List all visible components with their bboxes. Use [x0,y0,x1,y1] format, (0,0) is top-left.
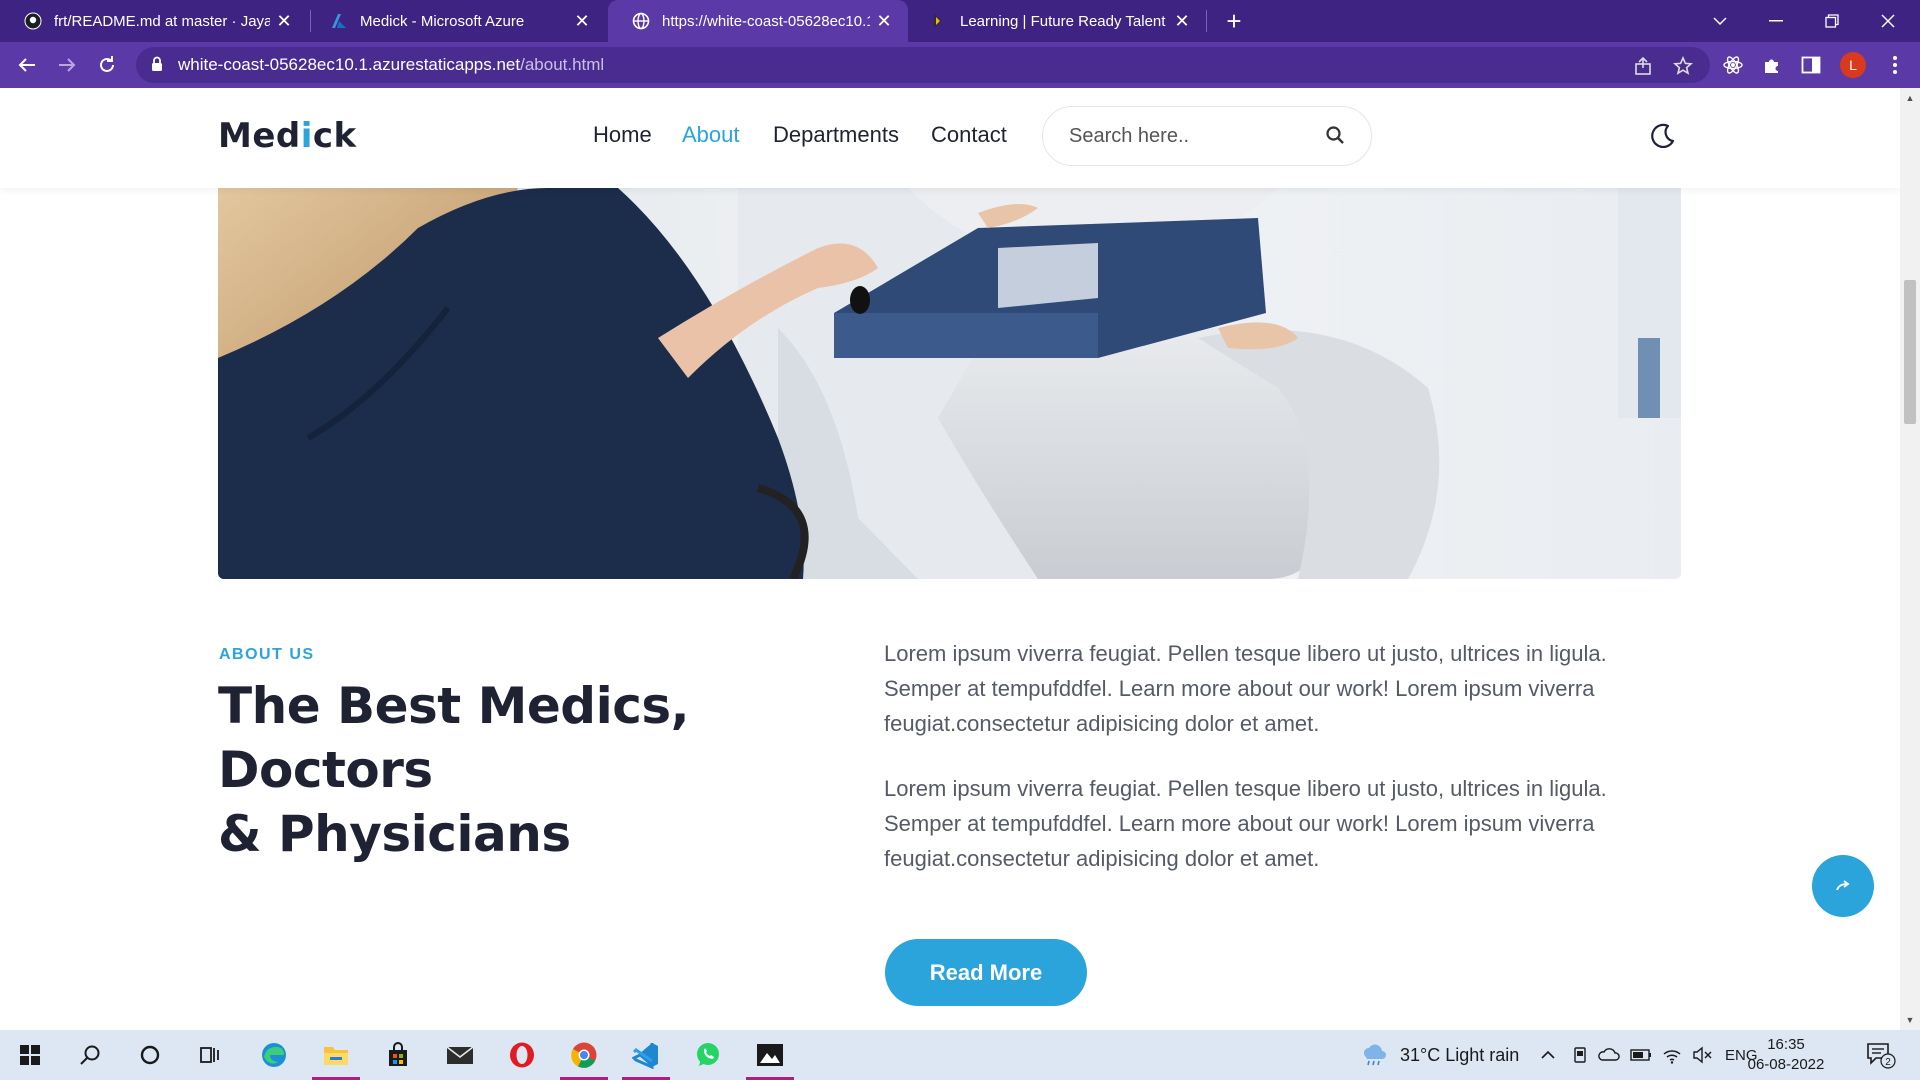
close-window-button[interactable] [1860,0,1916,42]
tab-title: Medick - Microsoft Azure [360,12,525,30]
windows-start-icon[interactable] [4,1030,56,1080]
hero-image [218,188,1681,579]
task-view-icon[interactable] [184,1030,236,1080]
browser-tab-strip: frt/README.md at master · Jayala ✕ Medic… [0,0,1920,42]
battery-icon[interactable] [1630,1030,1652,1080]
back-arrow-icon[interactable] [12,50,42,80]
globe-icon [632,12,650,30]
url-host: white-coast-05628ec10.1.azurestaticapps.… [178,55,521,74]
browser-toolbar: white-coast-05628ec10.1.azurestaticapps.… [0,42,1920,88]
onedrive-icon[interactable] [1598,1030,1620,1080]
azure-icon [330,12,348,30]
weather-widget[interactable]: 31°C Light rain [1360,1030,1519,1080]
search-icon[interactable] [64,1030,116,1080]
nav-departments[interactable]: Departments [773,122,899,148]
minimize-button[interactable] [1748,0,1804,42]
site-header: Medick Home About Departments Contact [0,88,1900,188]
nav-home[interactable]: Home [593,122,652,148]
file-explorer-icon[interactable] [310,1030,362,1080]
react-devtools-icon[interactable] [1718,50,1748,80]
tab-azure[interactable]: Medick - Microsoft Azure ✕ [306,0,606,42]
scrollbar-thumb[interactable] [1904,280,1916,424]
tab-about-page[interactable]: https://white-coast-05628ec10.1 ✕ [608,0,908,42]
extensions-puzzle-icon[interactable] [1757,50,1787,80]
microsoft-store-icon[interactable] [372,1030,424,1080]
edge-browser-icon[interactable] [248,1030,300,1080]
scroll-up-arrow-icon[interactable]: ▲ [1900,90,1920,106]
notifications-icon[interactable]: 2 [1866,1030,1896,1080]
notification-count: 2 [1885,1057,1891,1068]
mail-icon[interactable] [434,1030,486,1080]
lock-icon[interactable] [150,56,164,77]
windows-taskbar: 31°C Light rain ENG 16:35 06-08-2022 2 [0,1030,1920,1080]
about-heading: The Best Medics, Doctors & Physicians [218,674,818,866]
logo-text-accent: i [300,116,313,156]
profile-avatar[interactable]: L [1840,52,1866,78]
about-paragraph-1: Lorem ipsum viverra feugiat. Pellen tesq… [884,641,1607,736]
github-icon [24,12,42,30]
address-bar[interactable]: white-coast-05628ec10.1.azurestaticapps.… [136,47,1710,83]
taskbar-clock[interactable]: 16:35 06-08-2022 [1746,1035,1826,1075]
close-tab-icon[interactable]: ✕ [870,11,898,32]
restore-button[interactable] [1804,0,1860,42]
url-text: white-coast-05628ec10.1.azurestaticapps.… [178,47,604,83]
tab-title: https://white-coast-05628ec10.1 [662,12,870,30]
about-heading-line2: & Physicians [218,805,571,863]
logo-text-start: Med [218,116,301,156]
scroll-up-arrow-icon [1836,880,1850,891]
forward-arrow-icon[interactable] [52,50,82,80]
logo-text-end: ck [312,116,357,156]
nav-contact[interactable]: Contact [931,122,1007,148]
wifi-icon[interactable] [1662,1030,1682,1080]
about-heading-line1: The Best Medics, Doctors [218,677,690,799]
photos-app-icon[interactable] [744,1030,796,1080]
weather-text: 31°C Light rain [1400,1044,1520,1065]
tab-title: Learning | Future Ready Talent [960,12,1166,30]
search-icon[interactable] [1325,125,1345,150]
close-tab-icon[interactable]: ✕ [1168,11,1196,32]
reload-icon[interactable] [92,50,122,80]
about-paragraph-2: Lorem ipsum viverra feugiat. Pellen tesq… [884,776,1607,871]
new-tab-button[interactable]: + [1218,0,1250,42]
chrome-browser-icon[interactable] [558,1030,610,1080]
close-tab-icon[interactable]: ✕ [270,11,298,32]
site-logo[interactable]: Medick [218,116,357,156]
scroll-down-arrow-icon[interactable]: ▼ [1900,1012,1920,1028]
about-eyebrow: ABOUT US [219,646,315,663]
close-tab-icon[interactable]: ✕ [568,11,596,32]
page-viewport: Medick Home About Departments Contact AB… [0,88,1900,1030]
cortana-icon[interactable] [124,1030,176,1080]
search-input[interactable] [1069,107,1309,165]
opera-browser-icon[interactable] [496,1030,548,1080]
share-icon[interactable] [1632,55,1654,77]
site-search [1042,106,1372,166]
vscode-icon[interactable] [620,1030,672,1080]
scroll-to-top-button[interactable] [1812,855,1874,917]
side-panel-icon[interactable] [1796,50,1826,80]
url-path: /about.html [520,55,605,74]
read-more-button[interactable]: Read More [885,939,1087,1006]
whatsapp-icon[interactable] [682,1030,734,1080]
dark-mode-moon-icon[interactable] [1648,122,1676,155]
tab-github-readme[interactable]: frt/README.md at master · Jayala ✕ [0,0,308,42]
tray-overflow-chevron-icon[interactable] [1540,1030,1556,1080]
tab-title: frt/README.md at master · Jayala [54,12,270,30]
tab-learning[interactable]: Learning | Future Ready Talent ✕ [906,0,1206,42]
clock-date: 06-08-2022 [1747,1056,1825,1073]
bookmark-star-icon[interactable] [1672,55,1694,77]
rain-cloud-icon [1364,1044,1386,1066]
learning-icon [930,12,948,30]
browser-menu-icon[interactable] [1880,50,1910,80]
clock-time: 16:35 [1767,1036,1805,1053]
nav-about[interactable]: About [682,122,740,148]
tab-search-chevron-icon[interactable] [1692,0,1748,42]
device-icon[interactable] [1572,1030,1588,1080]
volume-muted-icon[interactable] [1692,1030,1712,1080]
page-scrollbar[interactable]: ▲ ▼ [1900,88,1920,1030]
